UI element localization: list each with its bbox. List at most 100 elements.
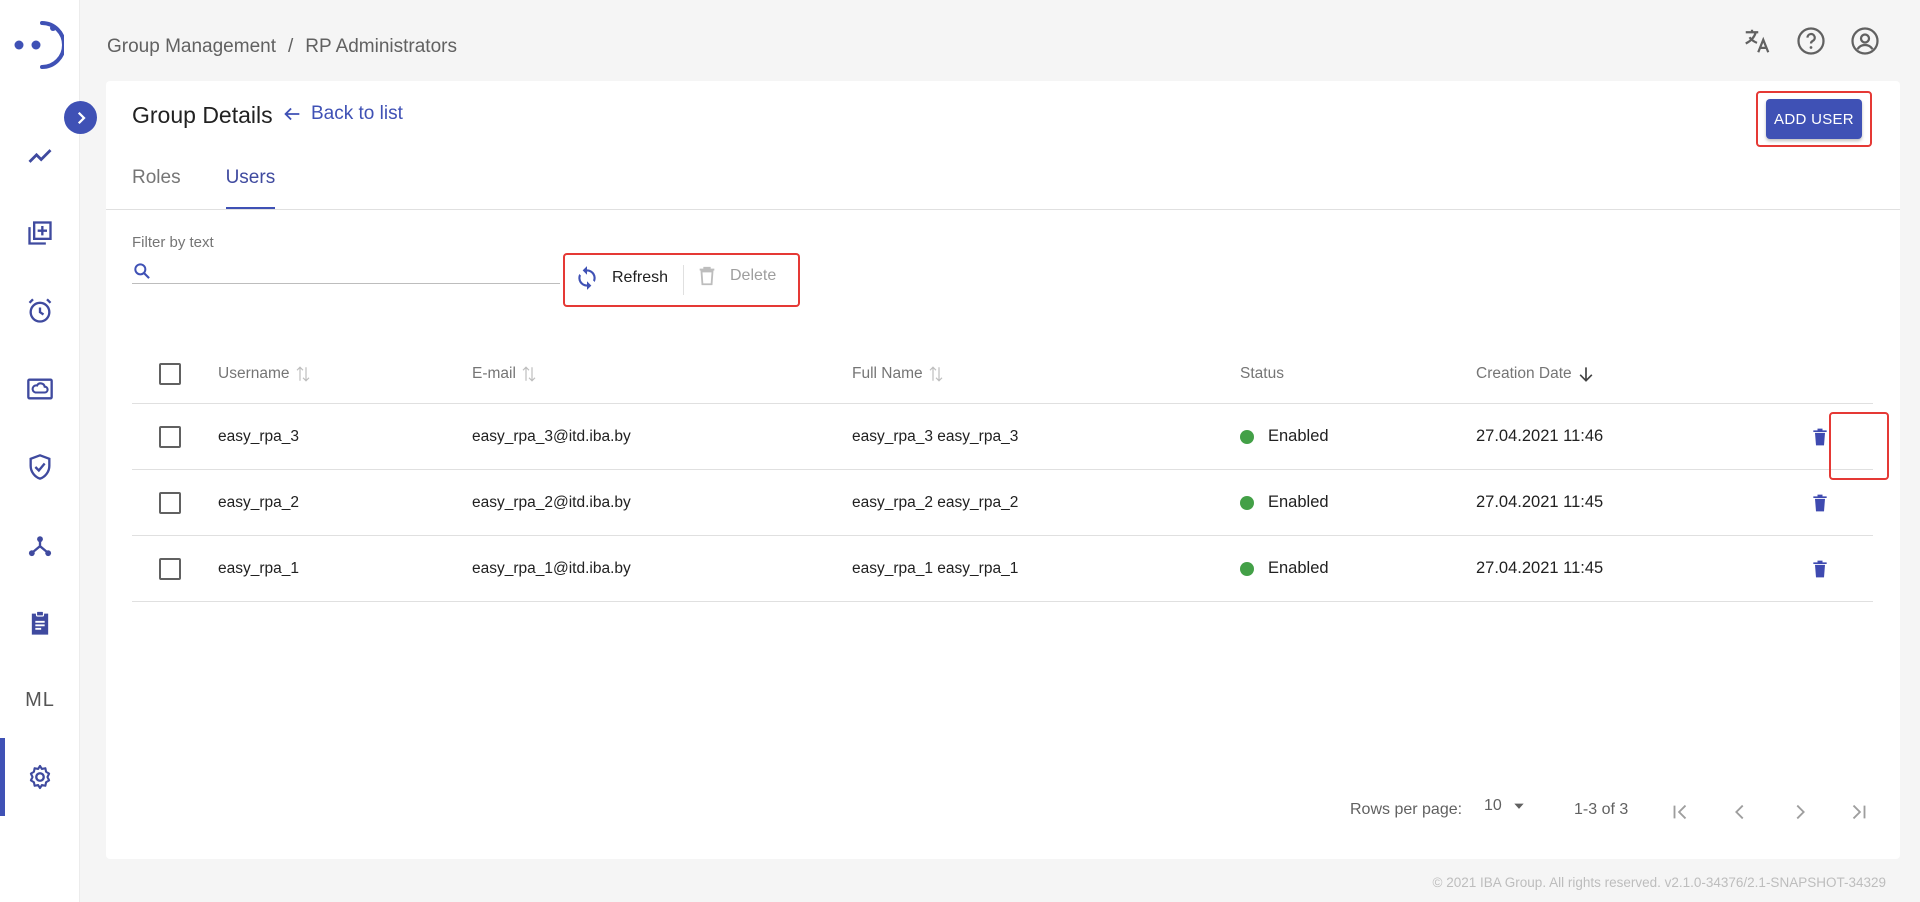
column-status: Status [1240, 344, 1284, 403]
select-all-cell [159, 344, 181, 403]
add-user-button[interactable]: ADD USER [1766, 99, 1862, 139]
clipboard-icon [31, 610, 49, 635]
row-checkbox[interactable] [159, 557, 181, 580]
column-username[interactable]: Username [218, 344, 312, 403]
status-dot [1240, 495, 1254, 510]
arrow-down-icon [1579, 366, 1593, 382]
alarm-icon [28, 298, 52, 323]
tab-users[interactable]: Users [225, 167, 276, 210]
chevron-right-icon [1796, 804, 1805, 820]
cell-email: easy_rpa_3@itd.iba.by [472, 427, 631, 445]
trash-icon [1813, 494, 1827, 511]
cell-creation-date: 27.04.2021 11:46 [1476, 404, 1603, 469]
actions-divider [683, 265, 684, 295]
filter-label: Filter by text [132, 234, 214, 251]
tab-roles[interactable]: Roles [132, 167, 181, 210]
cell-username: easy_rpa_3 [218, 427, 300, 445]
first-page-button[interactable] [1665, 797, 1695, 827]
table-row: easy_rpa_3 easy_rpa_3@itd.iba.by easy_rp… [132, 404, 1889, 480]
footer-copyright: © 2021 IBA Group. All rights reserved. v… [1432, 875, 1886, 890]
breadcrumb-separator: / [288, 36, 294, 57]
cell-status: Enabled [1240, 536, 1329, 601]
sidebar-item-security[interactable] [0, 428, 80, 506]
cell-email: easy_rpa_1@itd.iba.by [472, 559, 631, 577]
users-table: Username E-mail Full Name Status Creatio… [132, 344, 1889, 602]
cell-full-name: easy_rpa_3 easy_rpa_3 [852, 427, 1019, 445]
sidebar-item-cloud[interactable] [0, 350, 80, 428]
column-status-label: Status [1240, 364, 1284, 382]
creation-date-label: 27.04.2021 11:45 [1476, 559, 1604, 577]
refresh-label: Refresh [612, 269, 669, 286]
rows-per-page-select[interactable]: 10 [1484, 797, 1526, 815]
cell-full-name: easy_rpa_1 easy_rpa_1 [852, 559, 1019, 577]
filter-input[interactable] [160, 261, 560, 280]
first-page-icon [1673, 804, 1687, 820]
back-to-list-link[interactable]: Back to list [281, 103, 403, 125]
pagination-range: 1-3 of 3 [1574, 801, 1629, 818]
account-icon[interactable] [1850, 26, 1880, 56]
arrow-left-icon [284, 107, 300, 121]
sidebar-item-library[interactable] [0, 194, 80, 272]
row-checkbox[interactable] [159, 425, 181, 448]
status-dot [1240, 429, 1254, 444]
sidebar-item-ml-label: ML [25, 688, 55, 711]
last-page-button[interactable] [1844, 797, 1874, 827]
caret-down-icon [1514, 803, 1524, 809]
row-checkbox[interactable] [159, 491, 181, 514]
row-delete-button[interactable] [1810, 404, 1830, 469]
status-label: Enabled [1268, 493, 1329, 511]
row-delete-button[interactable] [1810, 470, 1830, 535]
trash-icon [1813, 428, 1827, 445]
status-label: Enabled [1268, 427, 1329, 445]
library-add-icon [28, 221, 52, 245]
cell-email: easy_rpa_2@itd.iba.by [472, 493, 631, 511]
sidebar-expand-button[interactable] [64, 101, 97, 134]
refresh-icon [578, 266, 596, 290]
sidebar-item-tasks[interactable] [0, 584, 80, 662]
status-dot [1240, 561, 1254, 576]
column-email-label: E-mail [472, 364, 516, 382]
sidebar-item-ml[interactable]: ML [0, 661, 80, 739]
tabs: Roles Users [132, 167, 276, 210]
row-select-cell [159, 470, 181, 535]
column-email[interactable]: E-mail [472, 344, 538, 403]
breadcrumb-parent[interactable]: Group Management [107, 36, 276, 58]
hub-icon [28, 536, 52, 557]
help-icon[interactable] [1796, 26, 1826, 56]
chevron-right-icon [77, 111, 86, 124]
cloud-screen-icon [27, 378, 53, 400]
sidebar-item-workflow[interactable] [0, 506, 80, 584]
app-logo[interactable] [12, 18, 64, 72]
tabs-divider [106, 209, 1900, 210]
column-creation-date-label: Creation Date [1476, 364, 1572, 382]
rows-per-page-value: 10 [1484, 797, 1502, 814]
cell-status: Enabled [1240, 470, 1329, 535]
delete-button[interactable]: Delete [696, 263, 776, 289]
cell-full-name: easy_rpa_2 easy_rpa_2 [852, 493, 1019, 511]
next-page-button[interactable] [1785, 797, 1815, 827]
filter-row [132, 258, 560, 284]
row-delete-button[interactable] [1810, 536, 1830, 601]
sidebar-item-settings[interactable] [0, 738, 80, 816]
top-toolbar [1742, 26, 1880, 56]
sidebar-item-scheduler[interactable] [0, 272, 80, 350]
table-row: easy_rpa_2 easy_rpa_2@itd.iba.by easy_rp… [132, 470, 1873, 536]
cell-username: easy_rpa_2 [218, 493, 300, 511]
column-creation-date[interactable]: Creation Date [1476, 344, 1596, 403]
row-select-cell [159, 536, 181, 601]
column-full-name[interactable]: Full Name [852, 344, 945, 403]
status-label: Enabled [1268, 559, 1329, 577]
table-row: easy_rpa_1 easy_rpa_1@itd.iba.by easy_rp… [132, 536, 1873, 602]
translate-icon[interactable] [1742, 26, 1772, 56]
row-select-cell [159, 404, 181, 469]
refresh-button[interactable]: Refresh [574, 263, 668, 293]
creation-date-label: 27.04.2021 11:46 [1476, 427, 1604, 445]
table-header: Username E-mail Full Name Status Creatio… [132, 344, 1873, 404]
chevron-left-icon [1735, 804, 1744, 820]
delete-label: Delete [730, 267, 777, 284]
previous-page-button[interactable] [1725, 797, 1755, 827]
sidebar: ML [0, 0, 80, 902]
select-all-checkbox[interactable] [159, 362, 181, 385]
cell-username: easy_rpa_1 [218, 559, 300, 577]
sort-icon [522, 365, 536, 382]
